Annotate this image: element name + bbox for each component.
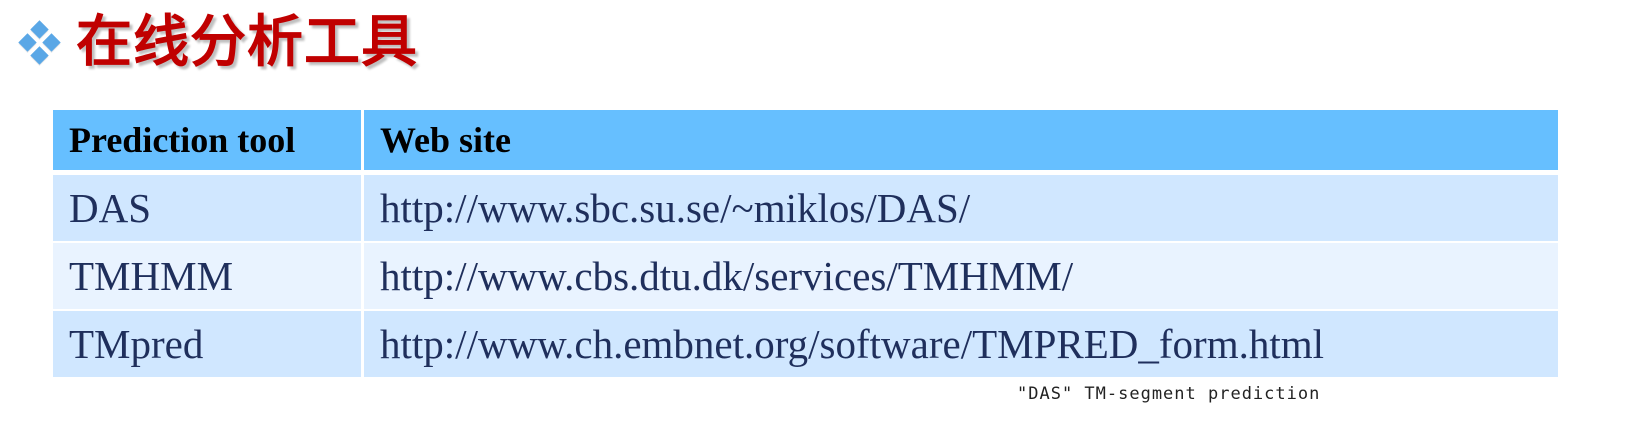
table-row: TMpred http://www.ch.embnet.org/software… (53, 310, 1558, 378)
header-prediction-tool: Prediction tool (53, 110, 364, 174)
table-row: DAS http://www.sbc.su.se/~miklos/DAS/ (53, 174, 1558, 242)
diamond-bullet-icon (18, 20, 62, 65)
tool-name-cell: DAS (53, 174, 364, 242)
page-title: 在线分析工具 (76, 10, 418, 75)
title-row: 在线分析工具 (18, 8, 418, 78)
website-url-cell: http://www.ch.embnet.org/software/TMPRED… (364, 310, 1558, 378)
tools-table: Prediction tool Web site DAS http://www.… (53, 110, 1558, 378)
figure-caption: "DAS" TM-segment prediction (1017, 384, 1321, 404)
website-url-cell: http://www.sbc.su.se/~miklos/DAS/ (364, 174, 1558, 242)
tool-name-cell: TMHMM (53, 242, 364, 310)
table-header-row: Prediction tool Web site (53, 110, 1558, 174)
header-web-site: Web site (364, 110, 1558, 174)
website-url-cell: http://www.cbs.dtu.dk/services/TMHMM/ (364, 242, 1558, 310)
tool-name-cell: TMpred (53, 310, 364, 378)
table-row: TMHMM http://www.cbs.dtu.dk/services/TMH… (53, 242, 1558, 310)
